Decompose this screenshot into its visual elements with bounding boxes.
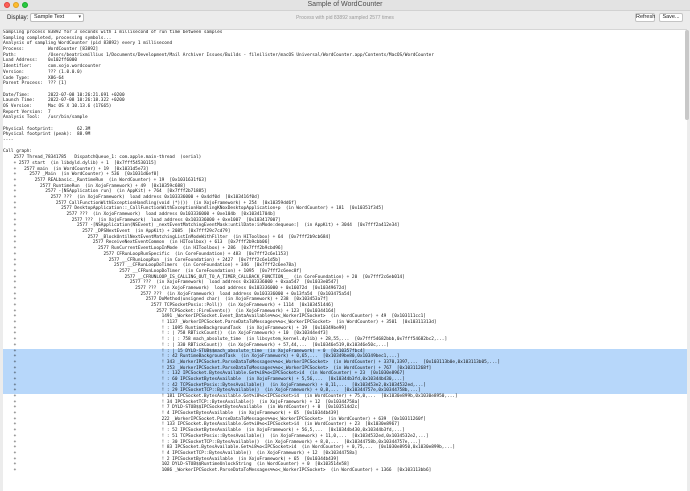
display-label: Display:: [7, 15, 29, 21]
vertical-scrollbar[interactable]: [685, 30, 689, 120]
display-select-value: Sample Text: [34, 14, 65, 20]
refresh-button[interactable]: Refresh: [635, 13, 655, 22]
toolbar: Display: Sample Text ▾ Process with pid …: [0, 11, 690, 29]
chevron-updown-icon: ▾: [78, 14, 81, 20]
display-select[interactable]: Sample Text ▾: [30, 13, 84, 22]
text-line: + 1086 _WorkerIPCSocket.ParseDataToMessa…: [3, 467, 432, 473]
window-titlebar: Sample of WordCounter: [0, 0, 690, 11]
process-info: Process with pid 83892 sampled 2577 time…: [296, 15, 394, 21]
save-button[interactable]: Save...: [659, 13, 683, 22]
window-title: Sample of WordCounter: [307, 1, 383, 8]
sample-text-view[interactable]: Sampling process 83892 for 3 seconds wit…: [3, 29, 687, 491]
